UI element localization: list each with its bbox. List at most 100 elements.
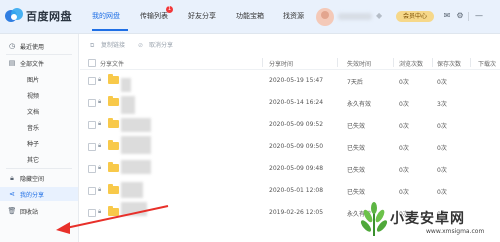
watermark-text: 小麦安卓网: [390, 211, 465, 227]
tab-toolbox[interactable]: 功能宝箱: [236, 11, 264, 21]
col-share-time[interactable]: 分享时间: [269, 59, 293, 68]
member-center-button[interactable]: 会员中心: [396, 11, 434, 22]
blurred-file-name: [121, 96, 135, 114]
view-count: 0次: [399, 101, 409, 108]
vip-diamond-icon: ◆: [376, 11, 383, 20]
sidebar-item-label: 其它: [27, 157, 40, 164]
sidebar-item-label: 文档: [27, 109, 40, 116]
sidebar-item-videos[interactable]: 视频: [0, 88, 78, 102]
sidebar-item-label: 回收站: [20, 209, 39, 216]
sidebar-item-hidden-space[interactable]: 🔒︎ 隐藏空间: [0, 171, 78, 185]
tab-transfer-list[interactable]: 传输列表: [140, 11, 168, 21]
col-expire-time[interactable]: 失效时间: [347, 59, 371, 68]
sidebar-item-recent[interactable]: ◷ 最近使用: [0, 39, 78, 53]
col-share-file[interactable]: 分享文件: [100, 59, 124, 68]
folder-icon: [108, 162, 119, 172]
tab-find-resource[interactable]: 找资源: [283, 11, 304, 21]
tab-my-netdisk[interactable]: 我的网盘: [92, 11, 120, 21]
sidebar-item-all-files[interactable]: ▤ 全部文件: [0, 56, 78, 70]
share-time: 2020-05-09 09:48: [269, 165, 324, 172]
sidebar-item-my-share[interactable]: ⋖ 我的分享: [0, 187, 78, 201]
cancel-share-button[interactable]: ⊘ 取消分享: [138, 39, 173, 53]
sidebar-divider: [6, 54, 72, 55]
save-count: 0次: [437, 189, 447, 196]
header-separator: [468, 12, 469, 21]
gear-icon[interactable]: ⚙: [455, 11, 465, 21]
avatar[interactable]: [316, 8, 334, 26]
table-row[interactable]: 🔒︎ 2020-05-19 15:47 7天后 0次 0次: [80, 70, 500, 92]
clock-icon: ◷: [8, 42, 16, 50]
blurred-file-name: [121, 78, 131, 92]
folder-icon: [108, 140, 119, 150]
save-count: 0次: [437, 79, 447, 86]
app-header: 百度网盘 我的网盘 传输列表 1 好友分享 功能宝箱 找资源 ◆ 会员中心 ✉ …: [0, 0, 500, 34]
sidebar-item-others[interactable]: 其它: [0, 152, 78, 166]
watermark-url: www.xmsigma.com: [426, 228, 485, 235]
save-count: 0次: [437, 145, 447, 152]
view-count: 0次: [399, 167, 409, 174]
file-icon: ▤: [8, 59, 16, 67]
user-name[interactable]: [338, 13, 372, 20]
blurred-file-name: [121, 136, 151, 154]
row-checkbox[interactable]: [88, 165, 96, 173]
sidebar-divider: [6, 168, 72, 169]
sidebar-item-label: 隐藏空间: [20, 176, 45, 183]
sidebar-item-label: 我的分享: [20, 192, 45, 199]
sidebar-item-torrents[interactable]: 种子: [0, 136, 78, 150]
lock-icon: 🔒︎: [98, 98, 102, 105]
lock-icon: 🔒︎: [98, 120, 102, 127]
cancel-icon: ⊘: [138, 42, 144, 49]
view-count: 0次: [399, 189, 409, 196]
view-count: 0次: [399, 79, 409, 86]
cancel-share-label: 取消分享: [149, 42, 174, 49]
tab-friend-share[interactable]: 好友分享: [188, 11, 216, 21]
sidebar-item-music[interactable]: 音乐: [0, 120, 78, 134]
sidebar-item-recycle-bin[interactable]: 🗑︎ 回收站: [0, 204, 78, 218]
sidebar-item-label: 最近使用: [20, 44, 45, 51]
trash-icon: 🗑︎: [7, 207, 17, 215]
copy-link-button[interactable]: ⧉ 复制链接: [90, 39, 125, 53]
folder-icon: [108, 184, 119, 194]
lock-icon: 🔒︎: [98, 186, 102, 193]
sidebar-item-docs[interactable]: 文档: [0, 104, 78, 118]
expire-time: 永久有效: [347, 101, 372, 108]
col-saves[interactable]: 保存次数: [437, 59, 461, 68]
share-time: 2019-02-26 12:05: [269, 209, 324, 216]
watermark: 小麦安卓网 www.xmsigma.com: [356, 200, 500, 242]
save-count: 0次: [437, 167, 447, 174]
select-all-checkbox[interactable]: [88, 59, 96, 67]
blurred-file-name: [121, 160, 151, 174]
expire-time: 已失效: [347, 167, 366, 174]
table-header: 分享文件 分享时间 失效时间 浏览次数 保存次数 下载次: [80, 56, 500, 70]
lock-icon: 🔒︎: [98, 208, 102, 215]
minimize-icon[interactable]: —: [474, 11, 484, 21]
transfer-badge: 1: [166, 6, 173, 13]
expire-time: 已失效: [347, 145, 366, 152]
app-name: 百度网盘: [26, 10, 72, 23]
col-views[interactable]: 浏览次数: [399, 59, 423, 68]
table-row[interactable]: 🔒︎ 2020-05-14 16:24 永久有效 0次 3次: [80, 92, 500, 114]
row-checkbox[interactable]: [88, 99, 96, 107]
expire-time: 已失效: [347, 123, 366, 130]
share-time: 2020-05-14 16:24: [269, 99, 324, 106]
row-checkbox[interactable]: [88, 187, 96, 195]
row-checkbox[interactable]: [88, 77, 96, 85]
sidebar-item-images[interactable]: 图片: [0, 72, 78, 86]
column-divider: [337, 58, 338, 67]
share-time: 2020-05-09 09:50: [269, 143, 324, 150]
sidebar-item-label: 种子: [27, 141, 40, 148]
lock-icon: 🔒︎: [98, 142, 102, 149]
blurred-file-name: [121, 182, 143, 198]
row-checkbox[interactable]: [88, 121, 96, 129]
folder-icon: [108, 96, 119, 106]
folder-icon: [108, 206, 119, 216]
sidebar-item-label: 图片: [27, 77, 40, 84]
share-time: 2020-05-01 12:08: [269, 187, 324, 194]
mail-icon[interactable]: ✉: [442, 11, 452, 21]
row-checkbox[interactable]: [88, 143, 96, 151]
table-row[interactable]: 🔒︎ 2020-05-01 12:08 已失效 0次 0次: [80, 180, 500, 202]
blurred-file-name: [121, 118, 151, 132]
col-downloads[interactable]: 下载次: [478, 59, 496, 68]
sidebar-item-label: 全部文件: [20, 61, 45, 68]
row-checkbox[interactable]: [88, 209, 96, 217]
